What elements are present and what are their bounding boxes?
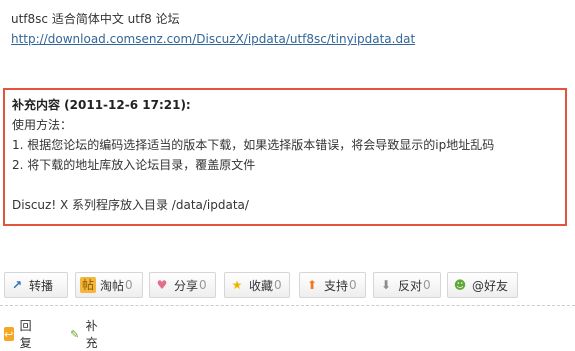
support-button[interactable]: ⬆ 支持 0 xyxy=(299,272,366,298)
favorite-count: 0 xyxy=(274,278,282,292)
post-collect-button[interactable]: 帖 淘帖 0 xyxy=(75,272,143,298)
supplement-line: 使用方法： xyxy=(12,118,73,132)
post-text-line: utf8sc 适合简体中文 utf8 论坛 xyxy=(11,12,180,26)
share-button[interactable]: ♥ 分享 0 xyxy=(149,272,216,298)
mention-friends-label: @好友 xyxy=(472,278,509,293)
supplement-line: 1. 根据您论坛的编码选择适当的版本下载，如果选择版本错误，将会导致显示的ip地… xyxy=(12,138,495,152)
post-collect-count: 0 xyxy=(125,278,133,292)
share-count: 0 xyxy=(199,278,207,292)
mention-friends-button[interactable]: ☻ @好友 xyxy=(447,272,518,298)
post-icon: 帖 xyxy=(80,277,96,293)
star-icon: ★ xyxy=(231,278,243,292)
supplement-line: 2. 将下载的地址库放入论坛目录，覆盖原文件 xyxy=(12,158,256,172)
supplement-title: 补充内容 (2011-12-6 17:21): xyxy=(12,98,191,112)
post-collect-label: 淘帖 xyxy=(100,278,125,293)
arrow-up-icon: ⬆ xyxy=(306,278,318,292)
oppose-label: 反对 xyxy=(398,278,423,293)
supplement-blank-line xyxy=(12,175,561,195)
forward-button[interactable]: ↗ 转播 xyxy=(4,272,68,298)
favorite-button[interactable]: ★ 收藏 0 xyxy=(224,272,290,298)
supplement-line: Discuz! X 系列程序放入目录 /data/ipdata/ xyxy=(12,198,249,212)
download-link[interactable]: http://download.comsenz.com/DiscuzX/ipda… xyxy=(11,31,415,47)
reply-button[interactable]: ↩ 回复 xyxy=(4,317,36,351)
supplement-button[interactable]: ✎ 补充 xyxy=(70,317,102,351)
arrow-down-icon: ⬇ xyxy=(380,278,392,292)
friends-icon: ☻ xyxy=(453,278,467,292)
forward-label: 转播 xyxy=(29,278,54,293)
support-count: 0 xyxy=(349,278,357,292)
favorite-label: 收藏 xyxy=(249,278,274,293)
supplement-label: 补充 xyxy=(85,319,98,350)
oppose-button[interactable]: ⬇ 反对 0 xyxy=(373,272,441,298)
supplement-box: 补充内容 (2011-12-6 17:21): 使用方法： 1. 根据您论坛的编… xyxy=(3,88,567,226)
share-label: 分享 xyxy=(174,278,199,293)
oppose-count: 0 xyxy=(423,278,431,292)
reply-label: 回复 xyxy=(19,319,32,350)
divider xyxy=(0,305,575,306)
edit-add-icon: ✎ xyxy=(70,327,80,341)
heart-icon: ♥ xyxy=(156,278,168,292)
forward-icon: ↗ xyxy=(11,278,23,292)
reply-icon: ↩ xyxy=(4,327,14,341)
support-label: 支持 xyxy=(324,278,349,293)
